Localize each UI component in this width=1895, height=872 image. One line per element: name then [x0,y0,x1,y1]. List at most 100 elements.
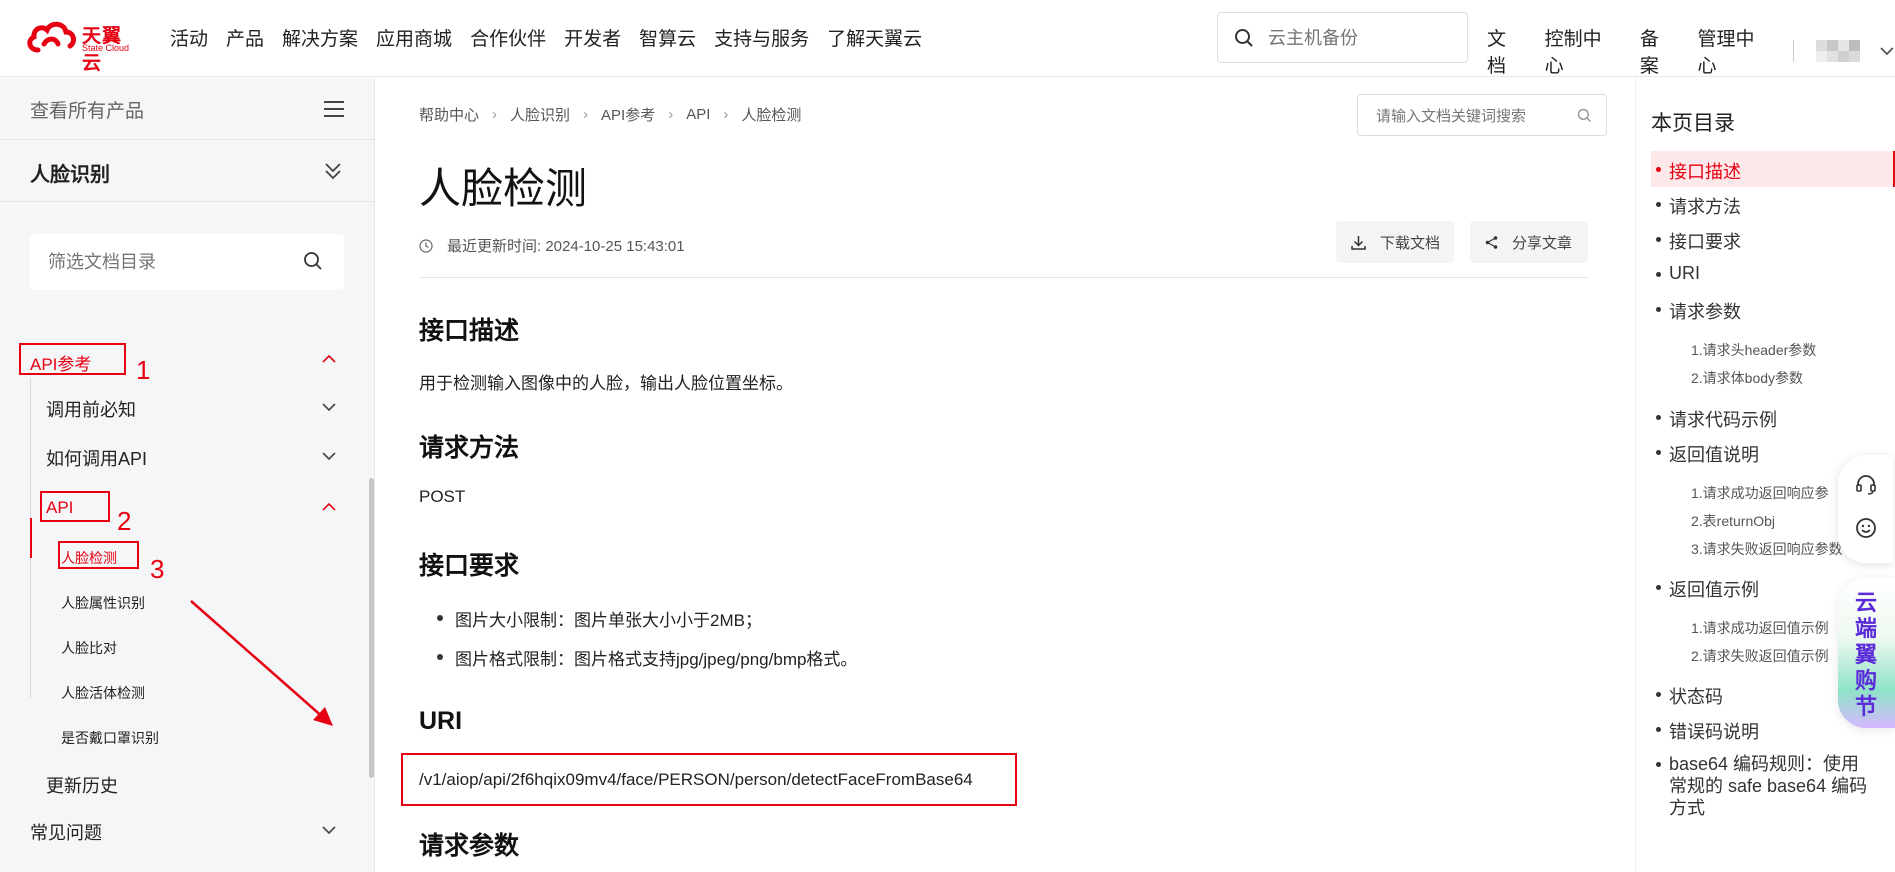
download-icon [1351,235,1366,250]
download-doc-label: 下载文档 [1380,234,1441,252]
promo-banner[interactable]: 云端翼购节 [1838,578,1895,728]
nav-ai-cloud[interactable]: 智算云 [639,24,696,51]
search-icon [1235,29,1253,47]
breadcrumb-face-recognition[interactable]: 人脸识别 [510,104,570,125]
toc-sub-fail-response[interactable]: 3.请求失败返回响应参数 [1691,539,1843,559]
search-icon [1577,108,1592,123]
updated-time: 最近更新时间: 2024-10-25 15:43:01 [447,238,685,255]
toc-item-return-values[interactable]: 返回值说明 [1656,441,1759,467]
toc-item-base64-rules[interactable]: base64 编码规则：使用常规的 safe base64 编码方式 [1656,753,1869,819]
share-article-button[interactable]: 分享文章 [1470,221,1588,263]
logo[interactable]: 天翼云 State Cloud [26,20,141,74]
logo-subtext: State Cloud [82,43,130,53]
chevron-down-icon[interactable] [322,403,336,412]
toc-item-uri[interactable]: URI [1656,263,1700,284]
promo-text: 云端翼购节 [1854,590,1877,719]
global-search[interactable] [1217,12,1468,63]
toc-sub-success-example[interactable]: 1.请求成功返回值示例 [1691,618,1829,638]
toc-sub-body-params[interactable]: 2.请求体body参数 [1691,368,1803,388]
filter-box[interactable] [30,234,344,290]
doc-search[interactable] [1357,94,1607,136]
section-heading-method: 请求方法 [419,434,520,462]
toc-sub-success-response[interactable]: 1.请求成功返回响应参 [1691,483,1829,503]
cloud-logo-icon [27,21,76,53]
nav-developers[interactable]: 开发者 [564,24,621,51]
filter-input[interactable] [48,249,288,275]
nav-filing[interactable]: 备案 [1640,24,1678,78]
main-nav: 活动 产品 解决方案 应用商城 合作伙伴 开发者 智算云 支持与服务 了解天翼云 [170,24,940,51]
toc-item-method[interactable]: 请求方法 [1656,193,1741,219]
breadcrumb-api[interactable]: API [686,106,710,123]
nav-about[interactable]: 了解天翼云 [827,24,922,51]
tree-item-faq[interactable]: 常见问题 [30,819,102,845]
tree-active-indicator [30,518,32,558]
annotation-number-1: 1 [136,355,151,385]
avatar[interactable] [1815,40,1862,62]
double-chevron-down-icon[interactable] [323,161,343,181]
breadcrumb-face-detection[interactable]: 人脸检测 [741,104,801,125]
product-title: 人脸识别 [30,164,110,186]
chevron-right-icon: › [492,106,498,123]
sidebar-scrollbar[interactable] [369,478,374,778]
nav-console[interactable]: 控制中心 [1545,24,1620,78]
nav-app-store[interactable]: 应用商城 [376,24,452,51]
tree-item-face-liveness[interactable]: 人脸活体检测 [61,683,145,703]
toc-sub-return-obj[interactable]: 2.表returnObj [1691,511,1775,531]
description-text: 用于检测输入图像中的人脸，输出人脸位置坐标。 [419,374,793,393]
floating-toolbar [1838,455,1893,563]
toc-item-code-sample[interactable]: 请求代码示例 [1656,406,1777,432]
toc-item-status-codes[interactable]: 状态码 [1656,683,1723,709]
nav-products[interactable]: 产品 [226,24,264,51]
toc-sub-header-params[interactable]: 1.请求头header参数 [1691,340,1816,360]
chevron-right-icon: › [668,106,674,123]
share-article-label: 分享文章 [1512,234,1573,252]
chevron-right-icon: › [583,106,589,123]
annotation-number-3: 3 [150,554,165,584]
toc-item-error-codes[interactable]: 错误码说明 [1656,718,1759,744]
clock-icon [419,238,433,253]
section-heading-description: 接口描述 [419,317,520,345]
toc-item-return-example[interactable]: 返回值示例 [1656,576,1759,602]
uri-text: /v1/aiop/api/2f6hqix09mv4/face/PERSON/pe… [419,770,973,789]
nav-partners[interactable]: 合作伙伴 [470,24,546,51]
smiley-icon[interactable] [1855,517,1877,539]
product-title-row[interactable]: 人脸识别 [0,140,375,202]
tree-item-how-to-call[interactable]: 如何调用API [46,445,147,471]
chevron-down-icon[interactable] [322,452,336,461]
nav-docs[interactable]: 文档 [1487,24,1525,78]
section-heading-requirements: 接口要求 [419,552,520,580]
toc-sub-fail-example[interactable]: 2.请求失败返回值示例 [1691,646,1829,666]
annotation-arrow [190,600,333,726]
menu-icon[interactable] [323,100,345,118]
chevron-down-icon[interactable] [322,826,336,835]
toc-item-requirements[interactable]: 接口要求 [1656,228,1741,254]
chevron-up-icon[interactable] [322,502,336,511]
annotation-number-2: 2 [117,506,132,536]
requirement-text: 图片格式限制：图片格式支持jpg/jpeg/png/bmp格式。 [455,650,858,669]
breadcrumb-help-center[interactable]: 帮助中心 [419,104,479,125]
toc-item-params[interactable]: 请求参数 [1656,298,1741,324]
top-navbar: 天翼云 State Cloud 活动 产品 解决方案 应用商城 合作伙伴 开发者… [0,0,1895,77]
tree-item-update-history[interactable]: 更新历史 [46,772,118,798]
breadcrumb-api-reference[interactable]: API参考 [601,104,655,125]
toc-title: 本页目录 [1651,112,1735,135]
doc-search-input[interactable] [1376,106,1566,126]
search-icon [304,252,322,270]
section-heading-uri: URI [419,707,463,735]
nav-support[interactable]: 支持与服务 [714,24,809,51]
tree-item-face-attributes[interactable]: 人脸属性识别 [61,593,145,613]
all-products-row[interactable]: 查看所有产品 [0,78,375,140]
global-search-input[interactable] [1268,25,1458,51]
tree-item-face-compare[interactable]: 人脸比对 [61,638,117,658]
toc-item-description[interactable]: 接口描述 [1656,158,1741,184]
nav-solutions[interactable]: 解决方案 [282,24,358,51]
tree-item-mask-detection[interactable]: 是否戴口罩识别 [61,728,159,748]
tree-item-before-use[interactable]: 调用前必知 [46,396,136,422]
requirement-item: 图片格式限制：图片格式支持jpg/jpeg/png/bmp格式。 [437,645,857,670]
nav-activities[interactable]: 活动 [170,24,208,51]
headset-icon[interactable] [1855,473,1877,495]
nav-admin[interactable]: 管理中心 [1697,24,1772,78]
chevron-down-icon[interactable] [1879,46,1895,56]
download-doc-button[interactable]: 下载文档 [1336,221,1454,263]
chevron-up-icon[interactable] [322,354,336,363]
